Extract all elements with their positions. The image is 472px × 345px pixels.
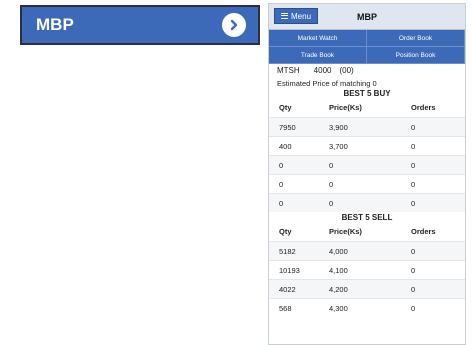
sell-section-title: BEST 5 SELL: [341, 213, 393, 222]
buy-section-title: BEST 5 BUY: [343, 89, 391, 98]
orders-cell: 0: [401, 298, 465, 317]
qty-cell: 400: [269, 136, 319, 156]
price-change: (00): [339, 66, 354, 75]
estimated-price: Estimated Price of matching 0: [277, 79, 377, 88]
column-header: Price(Ks): [329, 103, 362, 112]
menu-button-label: Menu: [291, 11, 312, 21]
column-header: Qty: [279, 103, 292, 112]
table-row: 5182 4,000 0: [269, 241, 465, 261]
column-header: Price(Ks): [329, 227, 362, 236]
orders-cell: 0: [401, 136, 465, 156]
table-row: 000: [269, 155, 465, 175]
orders-cell: 0: [401, 117, 465, 137]
column-header: Orders: [411, 227, 436, 236]
qty-cell: 0: [269, 155, 319, 175]
buy-table: Qty Price(Ks) Orders 7950 3,900 0 400 3,700…: [269, 98, 465, 212]
tab-order-book[interactable]: Order Book: [367, 30, 465, 47]
nav-tabs: Market Watch Order Book Trade Book Posit…: [269, 30, 465, 64]
menu-button[interactable]: Menu: [274, 8, 319, 24]
table-row: 7950 3,900 0: [269, 117, 465, 137]
mbp-button[interactable]: MBP: [20, 5, 260, 45]
orders-cell: 0: [401, 155, 465, 175]
qty-cell: 0: [269, 193, 319, 212]
tab-position-book[interactable]: Position Book: [367, 47, 465, 64]
qty-cell: 568: [269, 298, 319, 317]
symbol-info: MTSH 4000 (00): [269, 64, 465, 75]
qty-cell: 0: [269, 174, 319, 194]
hamburger-icon: [281, 13, 288, 19]
price-cell: 4,300: [319, 298, 401, 317]
buy-table-header: Qty Price(Ks) Orders: [269, 98, 465, 118]
orders-cell: 0: [401, 241, 465, 261]
chevron-right-icon[interactable]: [222, 13, 246, 37]
qty-cell: 7950: [269, 117, 319, 137]
orders-cell: 0: [401, 193, 465, 212]
app-header: Menu MBP: [269, 4, 465, 30]
price-cell: 4,100: [319, 260, 401, 280]
price-cell: 3,900: [319, 117, 401, 137]
mbp-screen: Menu MBP Market Watch Order Book Trade B…: [268, 3, 466, 345]
table-row: 10193 4,100 0: [269, 260, 465, 280]
sell-table-header: Qty Price(Ks) Orders: [269, 222, 465, 242]
qty-cell: 5182: [269, 241, 319, 261]
tab-trade-book[interactable]: Trade Book: [269, 47, 367, 64]
column-header: Qty: [279, 227, 292, 236]
qty-cell: 4022: [269, 279, 319, 299]
price-cell: 3,700: [319, 136, 401, 156]
price-cell: 0: [319, 174, 401, 194]
price-cell: 4,000: [319, 241, 401, 261]
column-header: Orders: [411, 103, 436, 112]
table-row: 4022 4,200 0: [269, 279, 465, 299]
orders-cell: 0: [401, 279, 465, 299]
mbp-button-label: MBP: [36, 15, 74, 34]
symbol: MTSH: [277, 66, 300, 75]
table-row: 400 3,700 0: [269, 136, 465, 156]
qty-cell: 10193: [269, 260, 319, 280]
tab-market-watch[interactable]: Market Watch: [269, 30, 367, 47]
table-row: 000: [269, 174, 465, 194]
price-cell: 0: [319, 155, 401, 175]
table-row: 568 4,300 0: [269, 298, 465, 317]
table-row: 000: [269, 193, 465, 212]
orders-cell: 0: [401, 260, 465, 280]
price-cell: 0: [319, 193, 401, 212]
price-cell: 4,200: [319, 279, 401, 299]
orders-cell: 0: [401, 174, 465, 194]
sell-table: Qty Price(Ks) Orders 5182 4,000 0 10193 4,1…: [269, 222, 465, 317]
last-price: 4000: [313, 66, 332, 75]
